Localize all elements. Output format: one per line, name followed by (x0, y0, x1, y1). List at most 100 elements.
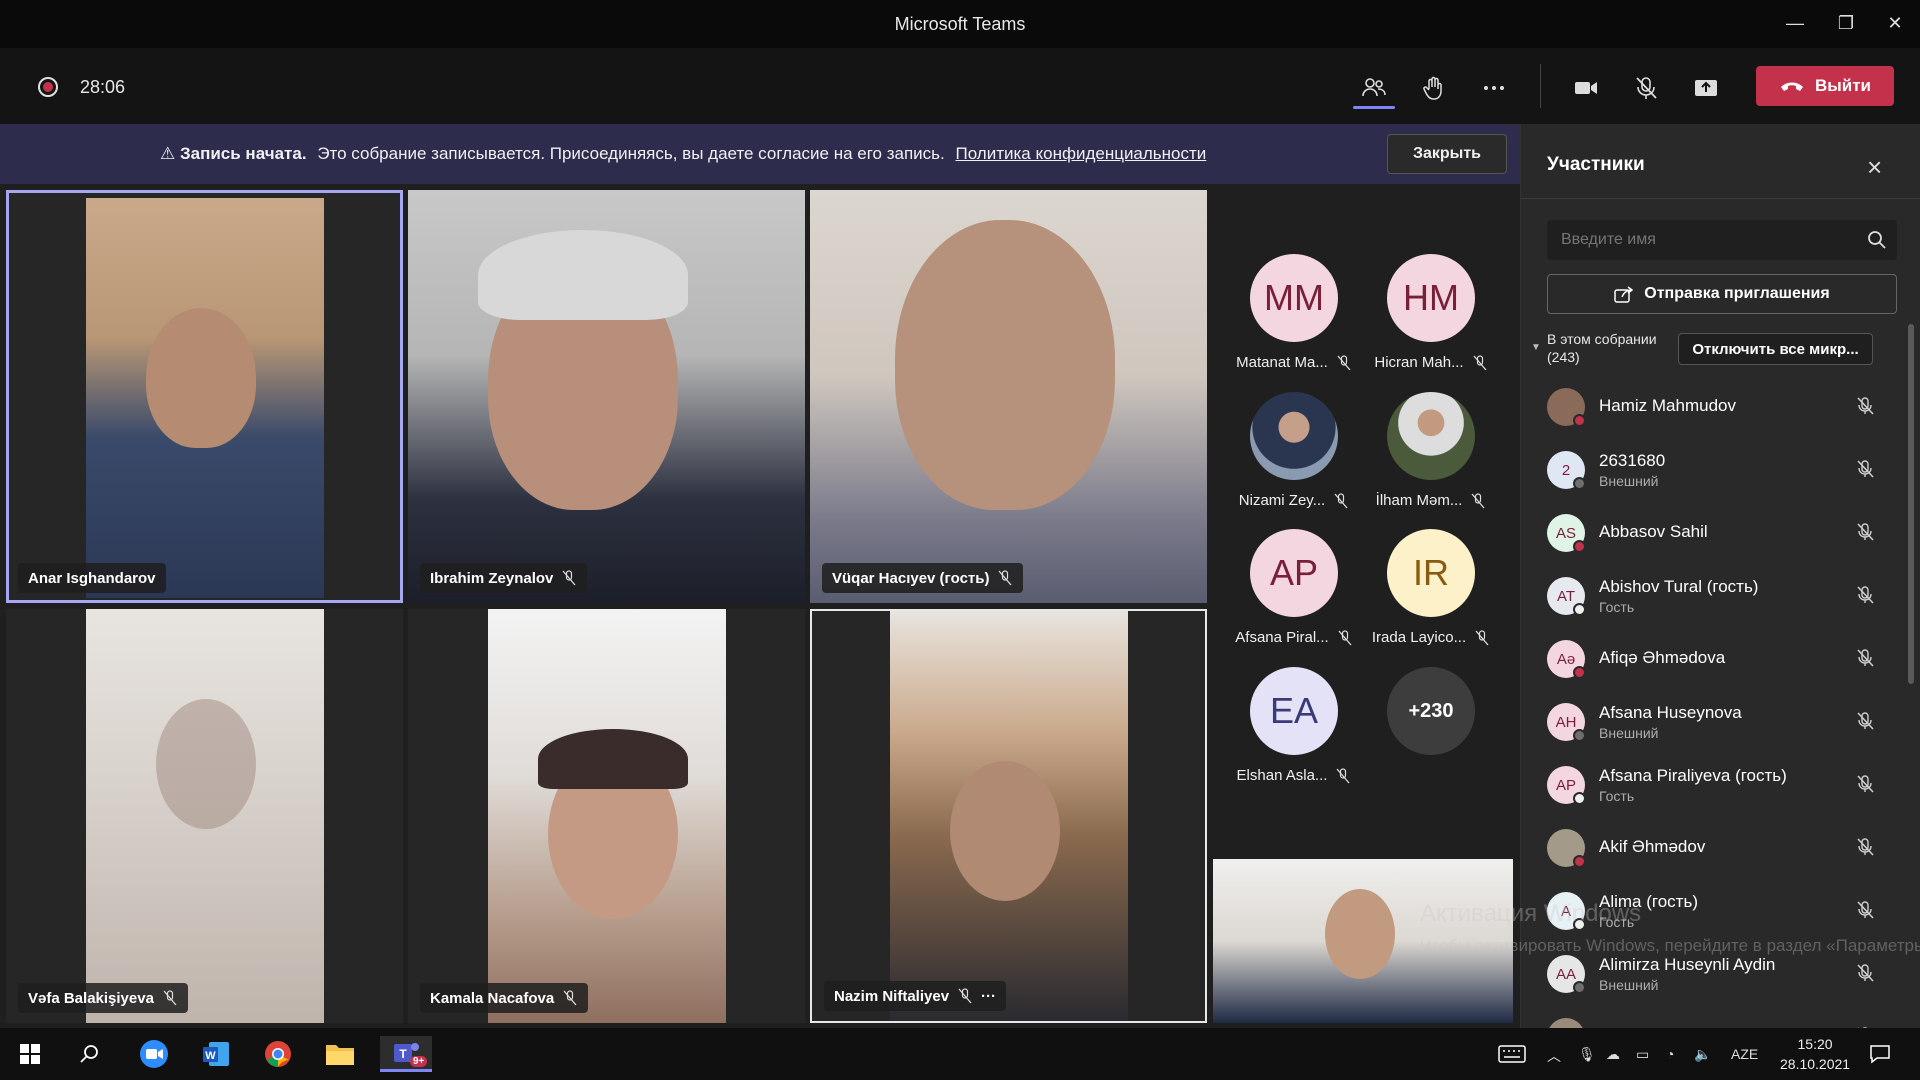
mute-all-button[interactable]: Отключить все микр... (1678, 333, 1873, 365)
participant-name: Afiqə Əhmədova (1599, 648, 1726, 667)
mic-off-icon (1473, 354, 1487, 370)
start-button[interactable] (8, 1036, 52, 1072)
gallery-participant[interactable]: AP Afsana Piral... (1229, 529, 1359, 659)
chrome-icon (265, 1041, 291, 1067)
mic-off-icon (562, 570, 576, 586)
tray-battery-icon[interactable]: ▭ (1636, 1046, 1649, 1063)
participant-name: Nazim Niftaliyev (834, 987, 950, 1005)
video-tile[interactable]: Kamala Nacafova (408, 609, 805, 1023)
mic-off-icon[interactable] (1855, 522, 1875, 542)
avatar: HM (1387, 254, 1475, 342)
language-indicator[interactable]: AZE (1731, 1046, 1758, 1062)
tray-chevron-icon[interactable]: ︿ (1547, 1046, 1561, 1066)
tray-cloud-icon[interactable]: ☁ (1606, 1046, 1620, 1063)
svg-text:W: W (205, 1050, 216, 1062)
participant-name: Akif Əhmədov (1599, 837, 1706, 856)
video-tile[interactable]: Nazim Niftaliyev ··· (810, 609, 1207, 1023)
restore-button[interactable]: ❐ (1823, 8, 1869, 38)
notifications-button[interactable] (1858, 1036, 1902, 1072)
name-label: Kamala Nacafova (420, 983, 589, 1013)
participant-row[interactable]: Aə Afiqə Əhmədova (1521, 626, 1911, 689)
mic-off-icon[interactable] (1855, 837, 1875, 857)
search-input[interactable] (1547, 220, 1897, 260)
close-window-button[interactable]: ✕ (1872, 8, 1918, 38)
mic-off-icon[interactable] (1855, 774, 1875, 794)
participant-role: Внешний (1599, 473, 1659, 489)
name-label: Anar Isghandarov (18, 563, 166, 593)
close-banner-button[interactable]: Закрыть (1387, 134, 1507, 174)
taskbar-keyboard[interactable] (1490, 1036, 1534, 1072)
leave-button[interactable]: Выйти (1756, 66, 1894, 106)
participant-row[interactable]: AT Abishov Tural (гость) Гость (1521, 563, 1911, 626)
participant-name: Vüqar Hacıyev (гость) (832, 569, 990, 587)
taskbar-teams[interactable]: T 9+ (380, 1036, 432, 1072)
mic-off-icon[interactable] (1855, 963, 1875, 983)
camera-button[interactable] (1564, 68, 1608, 108)
gallery-participant[interactable]: Nizami Zey... (1229, 392, 1359, 522)
participant-video (86, 198, 324, 598)
mic-button[interactable] (1624, 68, 1668, 108)
tray-wifi-icon[interactable]: ◔ (1666, 1046, 1674, 1062)
section-header[interactable]: В этом собрании (243) (1547, 330, 1657, 366)
warning-icon: ⚠ (160, 144, 176, 163)
toolbar-divider (1540, 64, 1541, 108)
presence-status-icon (1573, 603, 1586, 616)
avatar: EA (1250, 667, 1338, 755)
minimize-button[interactable]: — (1772, 8, 1818, 38)
participant-row[interactable]: AH Afsana Huseynova Внешний (1521, 689, 1911, 752)
participant-row[interactable]: AS Abbasov Sahil (1521, 500, 1911, 563)
gallery-participant[interactable]: EA Elshan Asla... (1229, 667, 1359, 797)
tray-volume-icon[interactable]: 🔈 (1694, 1046, 1711, 1063)
video-tile[interactable]: Anar Isghandarov (6, 190, 403, 603)
mic-off-icon[interactable] (1855, 459, 1875, 479)
gallery-label: Irada Layico... (1371, 629, 1467, 646)
send-invite-button[interactable]: Отправка приглашения (1547, 274, 1897, 314)
participant-video (810, 190, 1207, 603)
avatar: AP (1250, 529, 1338, 617)
overflow-participants[interactable]: +230 (1366, 667, 1496, 797)
participant-row[interactable]: Akif Əhmədov (1521, 815, 1911, 878)
participant-row[interactable]: Alısova Qandila (1521, 1004, 1911, 1028)
mic-off-icon[interactable] (1855, 648, 1875, 668)
participant-avatar (1547, 1018, 1585, 1028)
video-tile[interactable]: Ibrahim Zeynalov (408, 190, 805, 603)
more-actions-button[interactable] (1472, 68, 1516, 108)
presence-status-icon (1573, 666, 1586, 679)
gallery-participant[interactable]: HM Hicran Mah... (1366, 254, 1496, 384)
taskbar-zoom[interactable] (132, 1036, 176, 1072)
clock-time: 15:20 (1797, 1036, 1833, 1052)
scrollbar[interactable] (1908, 324, 1914, 684)
activation-watermark-hint: Чтобы активировать Windows, перейдите в … (1420, 936, 1920, 955)
more-options-icon[interactable]: ··· (981, 988, 996, 1005)
mic-off-icon[interactable] (1855, 585, 1875, 605)
search-icon[interactable] (1867, 230, 1887, 250)
participant-role: Внешний (1599, 977, 1659, 993)
mic-off-icon[interactable] (1855, 711, 1875, 731)
share-button[interactable] (1684, 68, 1728, 108)
participants-button[interactable] (1352, 68, 1396, 108)
participant-row[interactable]: AP Afsana Piraliyeva (гость) Гость (1521, 752, 1911, 815)
gallery-participant[interactable]: MM Matanat Ma... (1229, 254, 1359, 384)
raise-hand-button[interactable] (1412, 68, 1456, 108)
gallery-participant[interactable]: İlham Məm... (1366, 392, 1496, 522)
video-tile[interactable]: Vəfa Balakişiyeva (6, 609, 403, 1023)
clock[interactable]: 15:20 28.10.2021 (1780, 1034, 1850, 1074)
mic-off-icon[interactable] (1855, 396, 1875, 416)
collapse-caret-icon[interactable]: ▼ (1531, 342, 1541, 353)
taskbar-word[interactable]: W (194, 1036, 238, 1072)
privacy-link[interactable]: Политика конфиденциальности (956, 144, 1207, 163)
participant-role: Гость (1599, 599, 1635, 615)
taskbar-chrome[interactable] (256, 1036, 300, 1072)
video-tile[interactable]: Vüqar Hacıyev (гость) (810, 190, 1207, 603)
participant-list: Hamiz Mahmudov 2 2631680 Внешний AS Abbasov S… (1521, 374, 1911, 1028)
mic-off-icon (1636, 77, 1657, 99)
taskbar-explorer[interactable] (318, 1036, 362, 1072)
gallery-participant[interactable]: IR Irada Layico... (1366, 529, 1496, 659)
name-label: Vəfa Balakişiyeva (18, 983, 188, 1013)
mic-off-icon[interactable] (1855, 900, 1875, 920)
close-panel-icon[interactable]: × (1867, 152, 1882, 183)
participant-row[interactable]: 2 2631680 Внешний (1521, 437, 1911, 500)
taskbar-search[interactable] (68, 1036, 112, 1072)
participant-row[interactable]: Hamiz Mahmudov (1521, 374, 1911, 437)
gallery-label: Matanat Ma... (1236, 354, 1328, 371)
